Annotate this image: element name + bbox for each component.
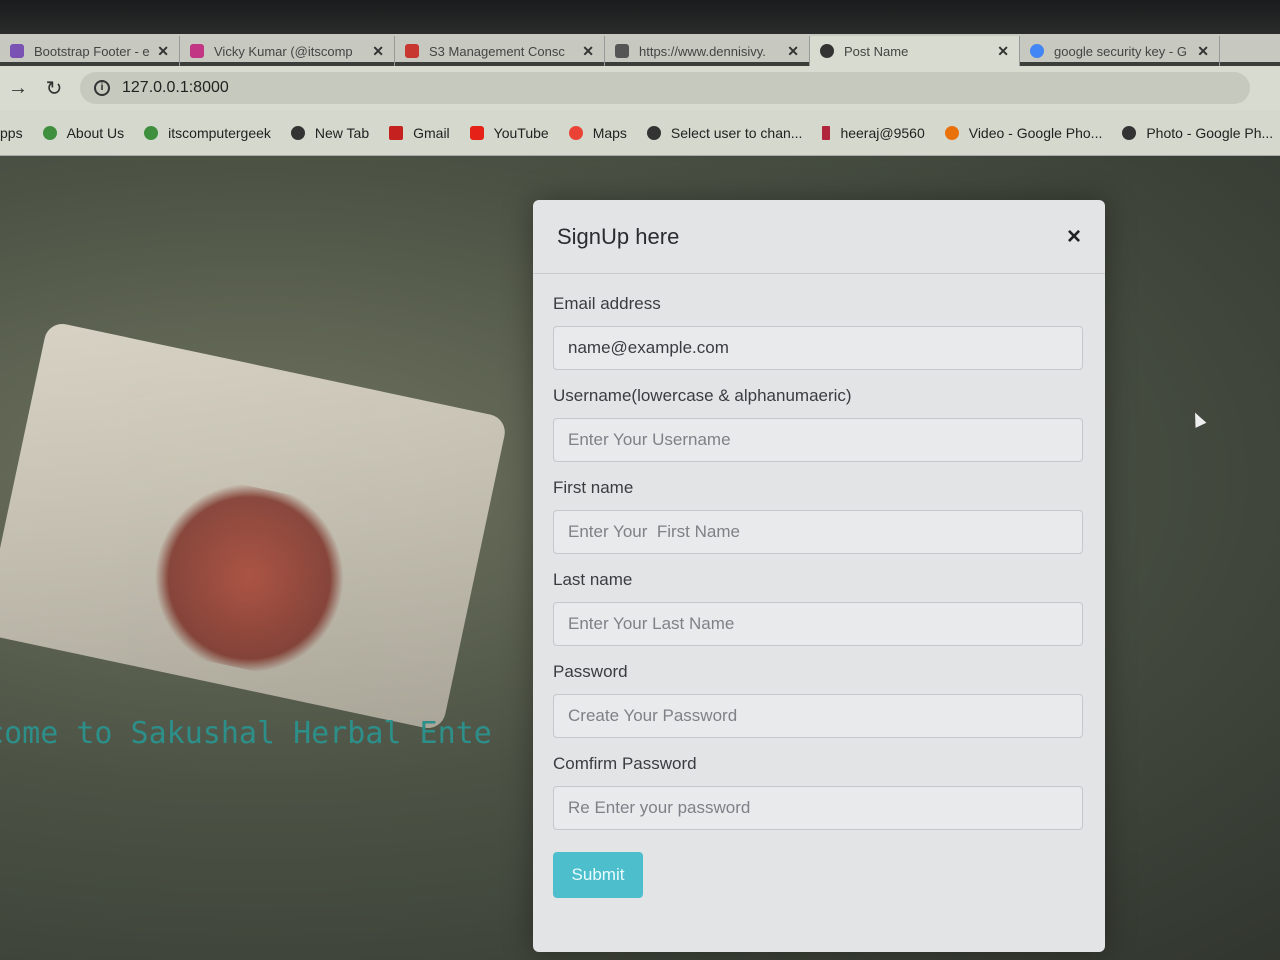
site-favicon-icon (615, 44, 629, 58)
address-text: 127.0.0.1:8000 (122, 79, 229, 96)
pinwheel-icon (944, 125, 959, 140)
bookmark-video-google-photos[interactable]: Video - Google Pho... (944, 124, 1103, 141)
password-field[interactable] (553, 694, 1083, 738)
product-bottle-image (0, 320, 509, 732)
browser-tab[interactable]: https://www.dennisivy. ✕ (605, 36, 810, 66)
tab-title: Post Name (844, 43, 909, 59)
bookmark-label: pps (0, 124, 23, 141)
bookmark-heeraj[interactable]: heeraj@9560 (822, 124, 925, 141)
welcome-heading: lcome to Sakushal Herbal Ente (0, 716, 492, 751)
person-icon (144, 125, 159, 140)
aws-icon (405, 44, 419, 58)
password-label: Password (553, 662, 628, 681)
username-label: Username(lowercase & alphanumaeric) (553, 386, 852, 405)
instagram-icon (190, 44, 204, 58)
bookmark-label: Select user to chan... (670, 124, 803, 141)
last-name-field[interactable] (553, 602, 1083, 646)
browser-tab[interactable]: Bootstrap Footer - exar ✕ (0, 36, 180, 66)
youtube-icon (469, 125, 484, 140)
tab-title: S3 Management Consc (429, 43, 565, 59)
browser-tab-active[interactable]: Post Name ✕ (810, 36, 1020, 66)
bookmarks-bar: pps About Us itscomputergeek New Tab Gma… (0, 110, 1280, 156)
globe-icon (290, 125, 305, 140)
bookmark-label: Maps (592, 124, 627, 141)
first-name-label: First name (553, 478, 634, 497)
tab-close-icon[interactable]: ✕ (372, 43, 384, 60)
bookmark-label: itscomputergeek (168, 124, 271, 141)
close-icon[interactable]: × (1067, 223, 1081, 251)
signup-form: Email address Username(lowercase & alpha… (533, 274, 1105, 898)
bull-artwork (132, 469, 366, 687)
tab-close-icon[interactable]: ✕ (1197, 43, 1209, 60)
bookmark-label: Photo - Google Ph... (1146, 124, 1274, 141)
email-field[interactable] (553, 326, 1083, 370)
site-info-icon[interactable]: i (94, 80, 110, 96)
submit-button[interactable]: Submit (553, 852, 643, 898)
modal-header: SignUp here × (533, 200, 1105, 274)
bookmark-label: Gmail (413, 124, 450, 141)
globe-icon (1122, 125, 1137, 140)
bookmark-gmail[interactable]: Gmail (389, 125, 450, 141)
bookmark-apps[interactable]: pps (0, 125, 23, 141)
person-icon (42, 125, 57, 140)
bookmark-label: YouTube (493, 124, 549, 141)
browser-tab[interactable]: Vicky Kumar (@itscomp ✕ (180, 36, 395, 66)
bookmark-new-tab[interactable]: New Tab (290, 124, 370, 141)
email-label: Email address (553, 294, 661, 313)
last-name-label: Last name (553, 570, 633, 589)
gmail-icon (389, 125, 404, 140)
tab-close-icon[interactable]: ✕ (582, 43, 594, 60)
bookmark-photo-google-photos[interactable]: Photo - Google Ph... (1122, 125, 1273, 141)
tab-title: google security key - G (1054, 43, 1187, 59)
tab-title: https://www.dennisivy. (639, 43, 766, 59)
tab-favicon-icon (10, 44, 24, 58)
tab-bar: Bootstrap Footer - exar ✕ Vicky Kumar (@… (0, 36, 1280, 66)
globe-icon (820, 44, 834, 58)
maps-pin-icon (568, 125, 583, 140)
globe-icon (646, 125, 661, 140)
username-field[interactable] (553, 418, 1083, 462)
tab-title: Bootstrap Footer - exar (34, 43, 150, 59)
bookmark-select-user[interactable]: Select user to chan... (646, 124, 803, 141)
bookmark-label: heeraj@9560 (840, 124, 925, 141)
bookmark-about-us[interactable]: About Us (42, 124, 125, 141)
signup-modal: SignUp here × Email address Username(low… (533, 200, 1105, 952)
forward-arrow-icon[interactable]: → (0, 77, 36, 100)
mouse-cursor-icon (1189, 410, 1207, 428)
bookmark-label: About Us (66, 124, 125, 141)
bookmark-label: Video - Google Pho... (968, 124, 1103, 141)
bookmark-itscomputergeek[interactable]: itscomputergeek (144, 125, 271, 141)
tab-close-icon[interactable]: ✕ (997, 43, 1009, 60)
first-name-field[interactable] (553, 510, 1083, 554)
tab-close-icon[interactable]: ✕ (157, 43, 169, 60)
address-bar[interactable]: i 127.0.0.1:8000 (80, 72, 1250, 104)
confirm-password-field[interactable] (553, 786, 1083, 830)
bookmark-icon (822, 125, 831, 140)
confirm-password-label: Comfirm Password (553, 754, 697, 773)
browser-tab[interactable]: S3 Management Consc ✕ (395, 36, 605, 66)
google-icon (1030, 44, 1044, 58)
tab-close-icon[interactable]: ✕ (787, 43, 799, 60)
bookmark-maps[interactable]: Maps (568, 124, 627, 141)
tab-title: Vicky Kumar (@itscomp (214, 43, 353, 59)
bookmark-youtube[interactable]: YouTube (469, 124, 549, 141)
browser-toolbar: → ↻ i 127.0.0.1:8000 (0, 66, 1280, 110)
browser-tab[interactable]: google security key - G ✕ (1020, 36, 1220, 66)
bookmark-label: New Tab (314, 124, 370, 141)
modal-title: SignUp here (557, 223, 680, 249)
reload-icon[interactable]: ↻ (36, 76, 72, 101)
